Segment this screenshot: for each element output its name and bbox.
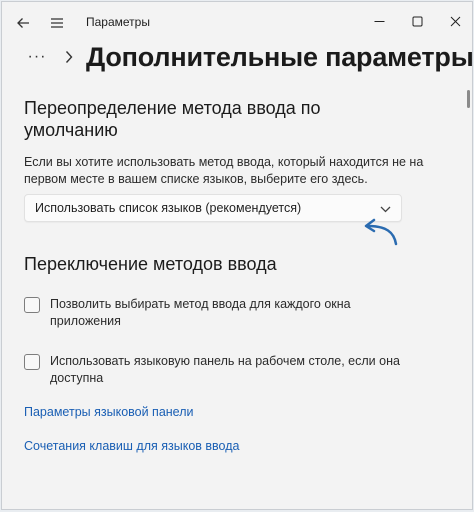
breadcrumb-separator: [62, 48, 76, 66]
page-title: Дополнительные параметры клави: [86, 42, 473, 72]
minimize-button[interactable]: [366, 10, 392, 32]
navigation-menu-button[interactable]: [46, 12, 68, 34]
section-title-default-input-cont: умолчанию: [24, 120, 118, 140]
title-bar: Параметры: [2, 2, 472, 42]
back-button[interactable]: [12, 12, 34, 34]
section-title-default-input: Переопределение метода ввода по: [24, 98, 321, 118]
checkbox-label: Позволить выбирать метод ввода для каждо…: [50, 297, 351, 328]
checkbox-label: Использовать языковую панель на рабочем …: [50, 354, 400, 385]
section-title-switching: Переключение методов ввода: [24, 254, 277, 274]
maximize-button[interactable]: [404, 10, 430, 32]
dropdown-selected-value: Использовать список языков (рекомендуетс…: [35, 201, 302, 215]
scrollbar-thumb[interactable]: [467, 90, 470, 108]
chevron-right-icon: [65, 51, 73, 63]
settings-window: Параметры ··· Дополнительные параметры к…: [1, 1, 473, 510]
close-button[interactable]: [442, 10, 468, 32]
close-icon: [450, 16, 460, 26]
language-bar-options-link[interactable]: Параметры языковой панели: [24, 405, 194, 419]
maximize-icon: [412, 16, 422, 26]
hamburger-menu-icon: [51, 18, 63, 28]
default-input-method-dropdown[interactable]: Использовать список языков (рекомендуетс…: [24, 194, 402, 222]
language-bar-checkbox[interactable]: [24, 354, 40, 370]
window-title: Параметры: [86, 15, 150, 29]
breadcrumb-more-button[interactable]: ···: [26, 46, 48, 68]
per-app-input-checkbox[interactable]: [24, 297, 40, 313]
input-hotkeys-link[interactable]: Сочетания клавиш для языков ввода: [24, 439, 239, 453]
section-description: Если вы хотите использовать метод ввода,…: [24, 155, 424, 186]
back-arrow-icon: [17, 18, 29, 28]
minimize-icon: [374, 20, 384, 22]
annotation-arrow-icon: [364, 218, 398, 246]
